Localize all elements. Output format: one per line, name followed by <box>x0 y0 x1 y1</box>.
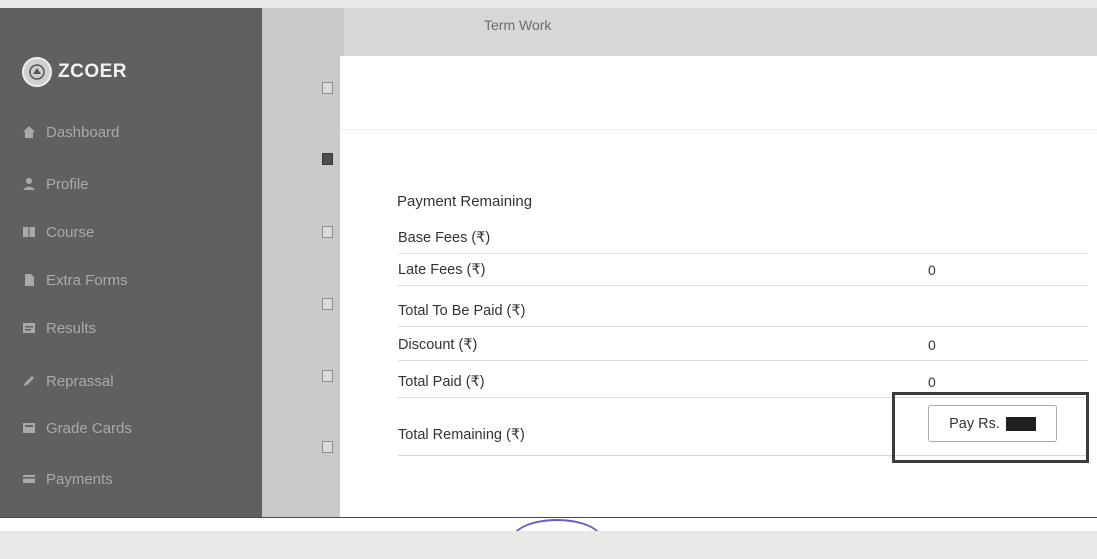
sidebar-item-label: Extra Forms <box>46 271 128 289</box>
sidebar-item-reprassal[interactable]: Reprassal <box>22 368 114 394</box>
sidebar-item-profile[interactable]: Profile <box>22 171 89 197</box>
modal-divider <box>340 129 1097 130</box>
payment-remaining-title: Payment Remaining <box>397 193 533 210</box>
document-icon <box>25 274 34 286</box>
card-icon <box>23 423 35 433</box>
table-row: Late Fees (₹) 0 <box>398 254 1088 286</box>
row-label: Total Remaining (₹) <box>398 426 525 443</box>
row-label: Total Paid (₹) <box>398 373 485 390</box>
table-row: Discount (₹) 0 <box>398 329 1088 361</box>
brand[interactable]: ZCOER <box>22 52 127 92</box>
row-checkbox[interactable] <box>322 82 333 94</box>
home-icon <box>23 126 35 138</box>
sidebar-item-label: Grade Cards <box>46 419 132 437</box>
section-header-title: Term Work <box>484 17 552 33</box>
sidebar-item-grade-cards[interactable]: Grade Cards <box>22 415 132 441</box>
sidebar-item-dashboard[interactable]: Dashboard <box>22 119 119 145</box>
row-checkbox[interactable] <box>322 226 333 238</box>
sidebar-item-label: Results <box>46 319 97 337</box>
pay-button-label: Pay Rs. <box>949 415 1000 432</box>
row-checkbox[interactable] <box>322 298 333 310</box>
row-label: Total To Be Paid (₹) <box>398 302 526 319</box>
book-icon <box>23 227 35 237</box>
brand-name: ZCOER <box>58 61 127 82</box>
pencil-icon <box>24 376 34 386</box>
pay-button[interactable]: Pay Rs. <box>928 405 1057 442</box>
row-checkbox[interactable] <box>322 441 333 453</box>
row-checkbox[interactable] <box>322 370 333 382</box>
college-emblem-icon <box>22 57 52 87</box>
payment-icon <box>23 475 35 483</box>
sidebar-item-label: Payments <box>46 470 113 488</box>
row-value: 0 <box>928 261 936 278</box>
table-row: Total To Be Paid (₹) <box>398 295 1088 327</box>
row-label: Base Fees (₹) <box>398 229 491 246</box>
sidebar-item-course[interactable]: Course <box>22 219 94 245</box>
sidebar-item-results[interactable]: Results <box>22 315 96 341</box>
results-icon <box>23 323 35 333</box>
row-value: 0 <box>928 373 936 390</box>
sidebar-item-label: Profile <box>46 175 89 193</box>
table-row: Base Fees (₹) <box>398 222 1088 254</box>
row-label: Discount (₹) <box>398 336 478 353</box>
redacted-amount <box>1005 416 1036 431</box>
row-label: Late Fees (₹) <box>398 261 486 278</box>
row-value: 0 <box>928 336 936 353</box>
purple-circle-mark <box>512 519 602 531</box>
sidebar-item-payments[interactable]: Payments <box>22 466 113 492</box>
row-checkbox[interactable] <box>322 153 333 165</box>
sidebar-item-label: Dashboard <box>46 123 120 141</box>
top-header <box>262 8 1097 58</box>
user-icon <box>23 178 35 190</box>
sidebar-item-label: Reprassal <box>46 372 114 390</box>
sidebar-item-extra-forms[interactable]: Extra Forms <box>22 267 128 293</box>
sidebar-item-label: Course <box>46 223 95 241</box>
